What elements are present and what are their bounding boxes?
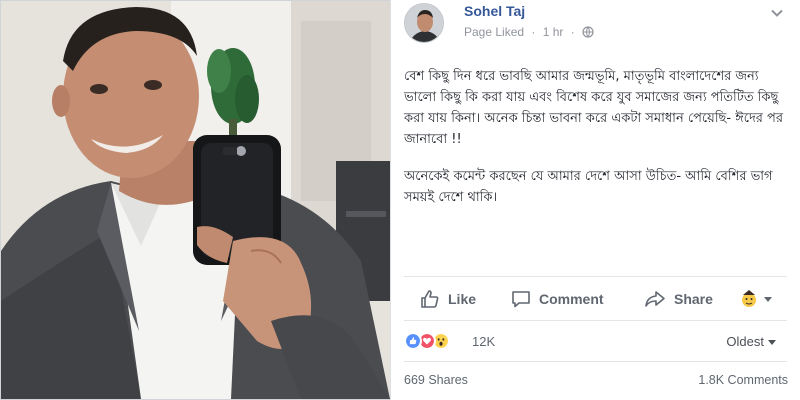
share-arrow-icon bbox=[645, 291, 665, 307]
meta-separator-2: · bbox=[570, 24, 575, 39]
post-timestamp[interactable]: 1 hr bbox=[543, 25, 564, 39]
author-avatar[interactable] bbox=[404, 3, 444, 43]
author-name[interactable]: Sohel Taj bbox=[464, 3, 525, 19]
shares-count[interactable]: 669 Shares bbox=[404, 373, 468, 387]
meta-separator: · bbox=[531, 24, 536, 39]
action-bar: Like Comment Share bbox=[404, 283, 788, 315]
post-panel: Sohel Taj Page Liked · 1 hr · বেশ কিছু দ… bbox=[390, 0, 800, 400]
like-reaction-icon[interactable] bbox=[404, 332, 422, 350]
thumbs-up-icon bbox=[421, 290, 439, 308]
comment-bubble-icon bbox=[512, 291, 530, 308]
divider bbox=[404, 320, 787, 321]
reaction-count[interactable]: 12K bbox=[472, 334, 495, 349]
reaction-picker[interactable] bbox=[740, 283, 782, 315]
globe-icon bbox=[582, 26, 594, 38]
comment-sort-dropdown[interactable]: Oldest bbox=[726, 334, 776, 349]
chevron-down-icon[interactable] bbox=[770, 6, 784, 20]
like-label: Like bbox=[448, 291, 477, 307]
caret-down-icon bbox=[768, 340, 776, 346]
comment-label: Comment bbox=[539, 291, 604, 307]
post-body: বেশ কিছু দিন ধরে ভাবছি আমার জন্মভূমি, মা… bbox=[404, 66, 784, 224]
post-paragraph: অনেকেই কমেন্ট করছেন যে আমার দেশে আসা উচি… bbox=[404, 169, 773, 205]
post-paragraph: বেশ কিছু দিন ধরে ভাবছি আমার জন্মভূমি, মা… bbox=[404, 69, 784, 147]
share-button[interactable]: Share bbox=[644, 283, 713, 315]
post-meta: Page Liked · 1 hr · bbox=[464, 24, 594, 39]
comments-count[interactable]: 1.8K Comments bbox=[698, 373, 788, 387]
reaction-emoji-icon bbox=[742, 290, 772, 307]
divider bbox=[404, 361, 787, 362]
reaction-summary: 12K Oldest bbox=[404, 331, 788, 353]
share-label: Share bbox=[674, 291, 713, 307]
page-liked-label[interactable]: Page Liked bbox=[464, 25, 524, 39]
divider bbox=[404, 276, 787, 277]
sort-label: Oldest bbox=[726, 334, 764, 349]
like-button[interactable]: Like bbox=[420, 283, 476, 315]
comment-button[interactable]: Comment bbox=[511, 283, 604, 315]
post-photo[interactable] bbox=[1, 1, 390, 399]
